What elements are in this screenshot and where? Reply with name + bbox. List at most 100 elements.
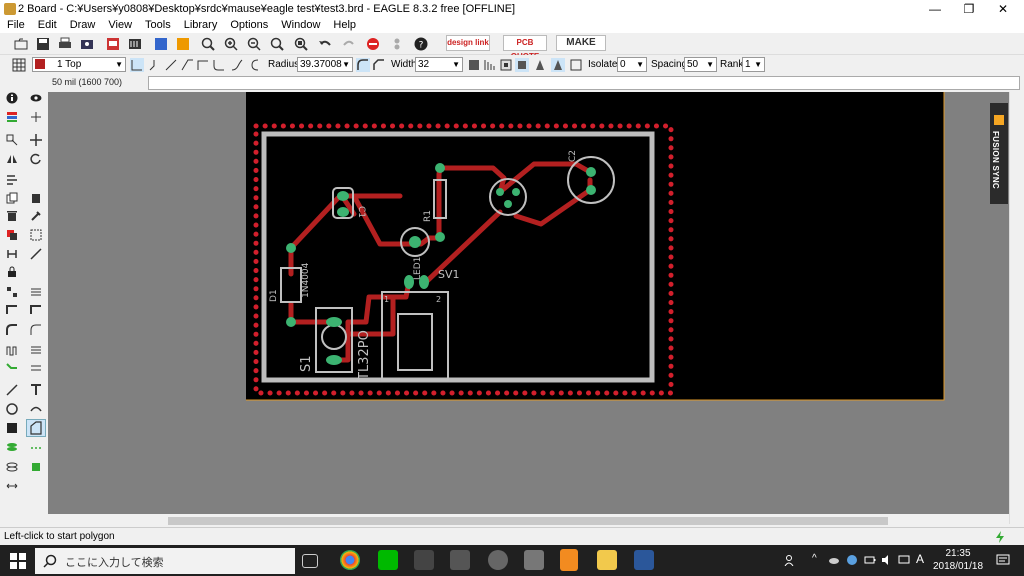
name-icon[interactable]	[6, 304, 18, 316]
line-icon[interactable]	[6, 384, 18, 396]
move-arrows-icon[interactable]	[30, 134, 42, 146]
smash-icon[interactable]	[6, 286, 18, 298]
copy-icon[interactable]	[6, 192, 18, 204]
task-view-icon[interactable]	[302, 554, 318, 568]
restore-button[interactable]: ❐	[952, 0, 986, 18]
eagle-taskbar-icon[interactable]	[560, 549, 578, 571]
volume-icon[interactable]	[881, 554, 893, 566]
windows-start-icon[interactable]	[10, 553, 26, 569]
via-icon[interactable]	[6, 442, 18, 454]
chrome-icon[interactable]	[340, 550, 360, 570]
menu-library[interactable]: Library	[177, 18, 224, 33]
rotate-icon[interactable]	[30, 153, 42, 165]
ime-indicator[interactable]: A	[916, 552, 924, 566]
zoom-in-icon[interactable]	[224, 37, 238, 51]
vertical-scrollbar[interactable]	[1009, 92, 1024, 524]
dimension-icon[interactable]	[6, 480, 18, 492]
replace-icon[interactable]	[6, 229, 18, 241]
menu-file[interactable]: File	[0, 18, 31, 33]
split-icon[interactable]	[6, 248, 18, 260]
print-icon[interactable]	[58, 37, 72, 51]
go-icon[interactable]	[390, 37, 404, 51]
pour-hatch-icon[interactable]	[483, 58, 497, 72]
fusion-sync-tab[interactable]: FUSION SYNC	[990, 103, 1008, 204]
zoom-fit-icon[interactable]	[201, 37, 215, 51]
attribute-icon[interactable]	[30, 461, 42, 473]
rank-input[interactable]: 1 ▼	[742, 57, 765, 72]
taskbar-search[interactable]: ここに入力して検索	[35, 548, 295, 574]
label-icon[interactable]	[30, 304, 42, 316]
thermals-on-icon[interactable]	[499, 58, 513, 72]
optimize-icon[interactable]	[30, 248, 42, 260]
split-wire-icon[interactable]	[30, 324, 42, 336]
polygon-tool-active[interactable]	[26, 419, 46, 437]
tray-chevron-up-icon[interactable]: ^	[812, 553, 817, 564]
line-app-icon[interactable]	[378, 550, 398, 570]
show-icon[interactable]	[30, 92, 42, 104]
radius-input[interactable]: 39.37008 ▼	[297, 57, 353, 72]
arc-icon[interactable]	[30, 403, 42, 415]
app-icon-6[interactable]	[524, 550, 544, 570]
zoom-select-icon[interactable]	[294, 37, 308, 51]
pour-solid-icon[interactable]	[467, 58, 481, 72]
lock-icon[interactable]	[6, 266, 18, 278]
app-icon-4[interactable]	[450, 550, 470, 570]
menu-help[interactable]: Help	[326, 18, 362, 33]
spacing-input[interactable]: 50 ▼	[684, 57, 717, 72]
people-icon[interactable]	[784, 554, 796, 566]
design-link-button[interactable]: design link	[446, 35, 490, 51]
rect-icon[interactable]	[6, 422, 18, 434]
scroll-thumb[interactable]	[168, 517, 888, 525]
help-icon[interactable]: ?	[414, 37, 428, 51]
onedrive-icon[interactable]	[828, 554, 840, 566]
file-explorer-icon[interactable]	[597, 550, 617, 570]
ripup-icon[interactable]	[30, 344, 42, 356]
orphans-off-icon[interactable]	[551, 58, 565, 72]
wire-bend-1-icon[interactable]	[130, 58, 144, 72]
paste-icon[interactable]	[30, 192, 42, 204]
menu-view[interactable]: View	[101, 18, 138, 33]
delete-icon[interactable]	[6, 210, 18, 222]
make-button[interactable]: MAKE	[556, 35, 606, 51]
app-icon-3[interactable]	[414, 550, 434, 570]
menu-draw[interactable]: Draw	[63, 18, 102, 33]
thermals-off-icon[interactable]	[515, 58, 529, 72]
command-input[interactable]	[148, 76, 1020, 90]
app-icon-5[interactable]	[488, 550, 508, 570]
network-icon[interactable]	[898, 554, 910, 566]
orphans-on-icon[interactable]	[533, 58, 547, 72]
miter-straight-icon[interactable]	[372, 58, 386, 72]
undo-icon[interactable]	[318, 37, 332, 51]
board-canvas[interactable]: C1 R1 LED1 C2 D1 1N4004 S1 TL32PO SV1 1 …	[48, 92, 1009, 514]
width-input[interactable]: 32 ▼	[415, 57, 463, 72]
wire-bend-7-icon[interactable]	[230, 58, 244, 72]
minimize-button[interactable]: —	[918, 0, 952, 18]
ulp-run-icon[interactable]	[176, 37, 190, 51]
value-icon[interactable]	[30, 286, 42, 298]
group-icon[interactable]	[30, 229, 42, 241]
hole-icon[interactable]	[6, 461, 18, 473]
menu-edit[interactable]: Edit	[31, 18, 63, 33]
menu-options[interactable]: Options	[223, 18, 274, 33]
zoom-redraw-icon[interactable]	[270, 37, 284, 51]
mirror-icon[interactable]	[6, 153, 18, 165]
word-icon[interactable]	[634, 550, 654, 570]
text-icon[interactable]	[30, 384, 42, 396]
mark-icon[interactable]	[30, 111, 42, 123]
redo-icon[interactable]	[342, 37, 356, 51]
clock[interactable]: 21:35 2018/01/18	[930, 547, 986, 573]
wire-bend-6-icon[interactable]	[212, 58, 226, 72]
battery-icon[interactable]	[864, 554, 876, 566]
wire-bend-8-icon[interactable]	[248, 58, 262, 72]
horizontal-scrollbar[interactable]	[48, 514, 1009, 527]
stop-icon[interactable]	[366, 37, 380, 51]
align-icon[interactable]	[6, 174, 18, 186]
isolate-input[interactable]: 0 ▼	[617, 57, 647, 72]
info-icon[interactable]	[6, 92, 18, 104]
miter-round-icon[interactable]	[356, 58, 370, 72]
menu-window[interactable]: Window	[274, 18, 326, 33]
zoom-out-icon[interactable]	[247, 37, 261, 51]
circle-icon[interactable]	[6, 403, 18, 415]
pcb-board[interactable]: C1 R1 LED1 C2 D1 1N4004 S1 TL32PO SV1 1 …	[48, 92, 1009, 514]
lightning-icon[interactable]	[994, 531, 1006, 543]
